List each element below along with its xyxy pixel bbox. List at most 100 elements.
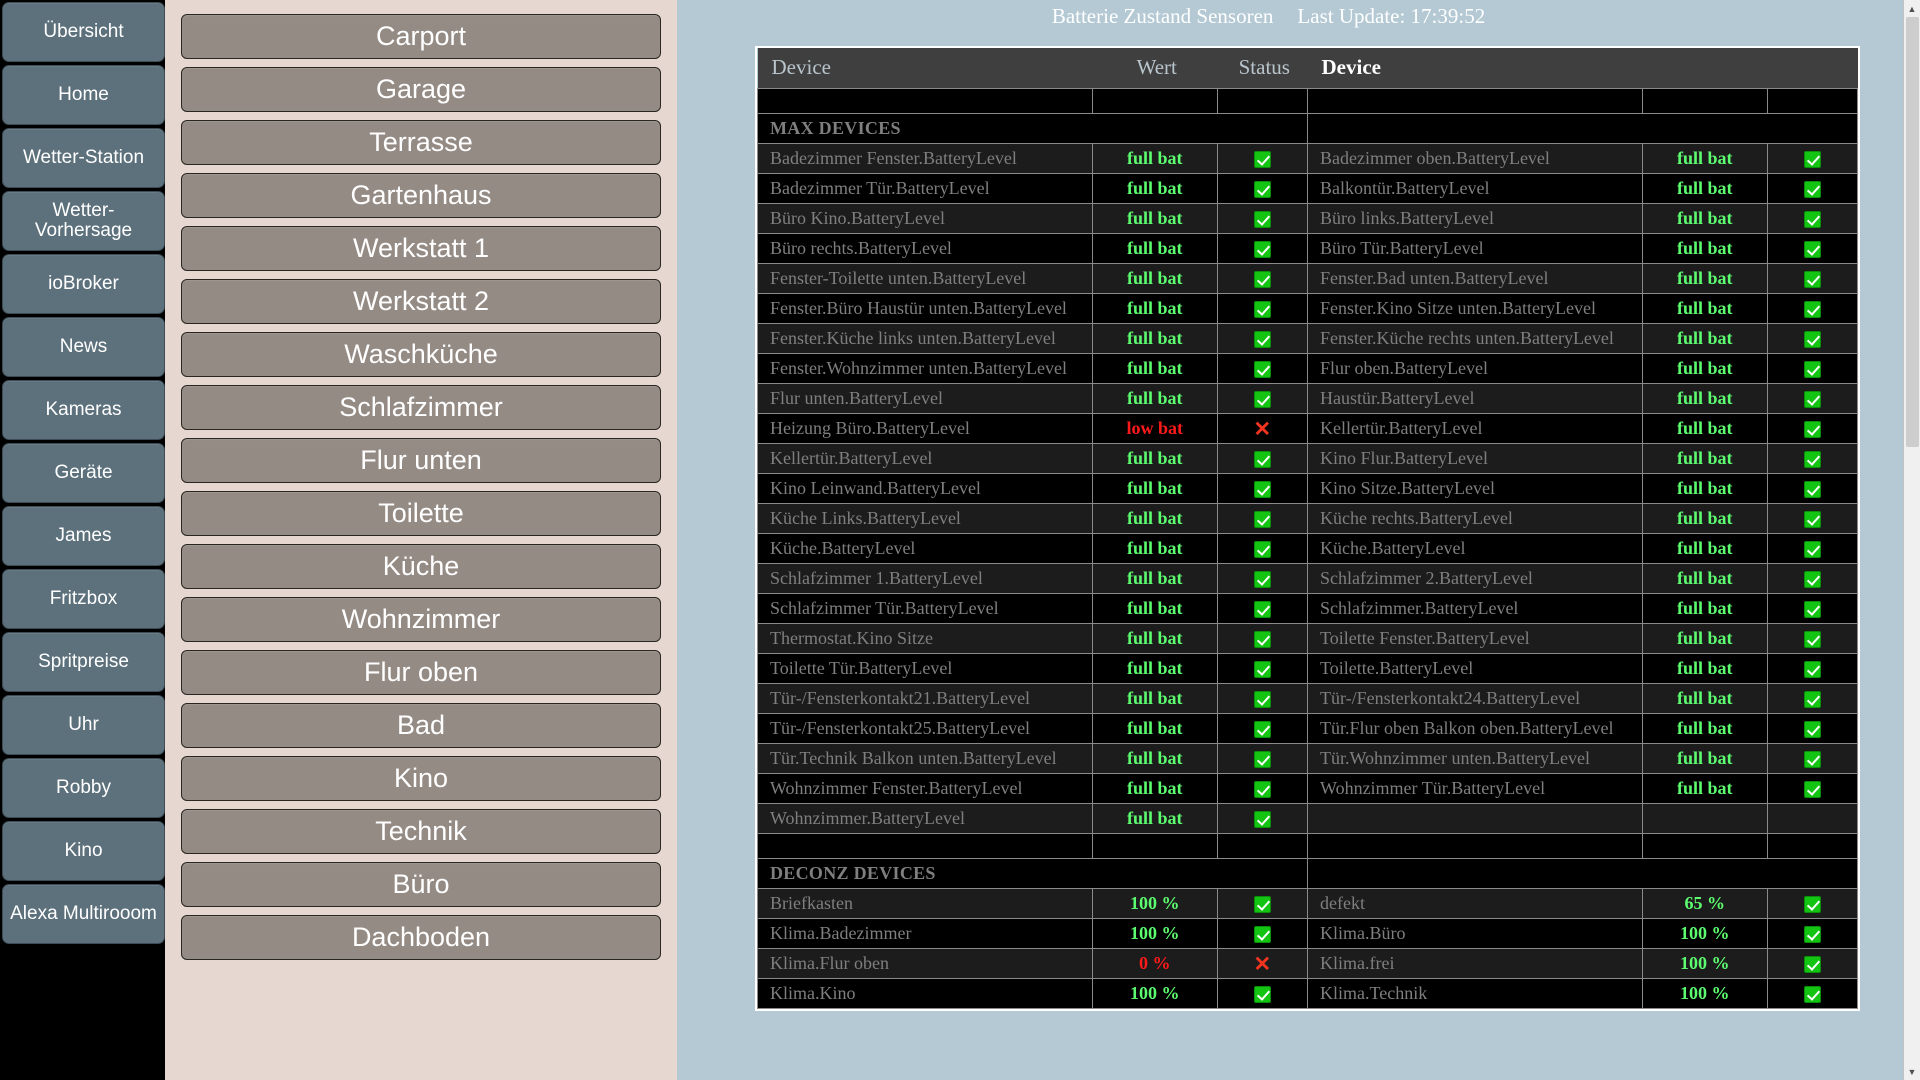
table-row[interactable]: Büro rechts.BatteryLevel full bat Büro Tür… [757, 233, 1859, 264]
device-value-left: full bat [1091, 143, 1218, 174]
scroll-down-arrow-icon[interactable]: ▼ [1904, 1063, 1920, 1080]
room-button-dachboden[interactable]: Dachboden [181, 915, 661, 960]
col-device-right[interactable]: Device [1307, 48, 1643, 89]
device-name-left: Küche.BatteryLevel [757, 533, 1093, 564]
check-icon [1253, 751, 1271, 769]
col-wert-right[interactable] [1642, 48, 1768, 89]
table-row[interactable]: Toilette Tür.BatteryLevel full bat Toilett… [757, 653, 1859, 684]
table-row[interactable]: Fenster.Wohnzimmer unten.BatteryLevel ful… [757, 353, 1859, 384]
device-status-right [1766, 383, 1859, 414]
room-button-schlafzimmer[interactable]: Schlafzimmer [181, 385, 661, 430]
empty-cell [757, 833, 1093, 859]
table-row[interactable]: Thermostat.Kino Sitze full bat Toilette Fe… [757, 623, 1859, 654]
room-button-flur-unten[interactable]: Flur unten [181, 438, 661, 483]
sidebar-item-alexa-multirooom[interactable]: Alexa Multirooom [2, 884, 165, 944]
device-name-right: Klima.frei [1307, 948, 1643, 979]
sidebar-item-uhr[interactable]: Uhr [2, 695, 165, 755]
device-name-left: Wohnzimmer.BatteryLevel [757, 803, 1093, 834]
table-row[interactable]: Klima.Badezimmer 100 % Klima.Büro 100 % [757, 918, 1859, 949]
col-wert-left[interactable]: Wert [1092, 48, 1218, 89]
room-button-waschk-che[interactable]: Waschküche [181, 332, 661, 377]
sidebar-item-iobroker[interactable]: ioBroker [2, 254, 165, 314]
table-row[interactable]: Tür-/Fensterkontakt25.BatteryLevel full b… [757, 713, 1859, 744]
room-button-label: Terrasse [369, 127, 473, 157]
scrollbar-track[interactable] [1904, 17, 1920, 1063]
table-row[interactable]: Tür.Technik Balkon unten.BatteryLevel ful… [757, 743, 1859, 774]
room-button-technik[interactable]: Technik [181, 809, 661, 854]
room-button-toilette[interactable]: Toilette [181, 491, 661, 536]
col-device-left[interactable]: Device [757, 48, 1093, 89]
room-button-carport[interactable]: Carport [181, 14, 661, 59]
device-value-right: full bat [1641, 683, 1768, 714]
table-row[interactable]: Küche.BatteryLevel full bat Küche.BatteryL… [757, 533, 1859, 564]
table-row[interactable]: Klima.Kino 100 % Klima.Technik 100 % [757, 978, 1859, 1009]
check-icon [1253, 151, 1271, 169]
col-status-right[interactable] [1767, 48, 1858, 89]
room-button-werkstatt-1[interactable]: Werkstatt 1 [181, 226, 661, 271]
table-row[interactable]: Fenster.Küche links unten.BatteryLevel fu… [757, 323, 1859, 354]
table-row[interactable]: Schlafzimmer Tür.BatteryLevel full bat Sch… [757, 593, 1859, 624]
device-name-right: Küche rechts.BatteryLevel [1307, 503, 1643, 534]
table-row[interactable]: Wohnzimmer.BatteryLevel full bat [757, 803, 1859, 834]
sidebar-item-james[interactable]: James [2, 506, 165, 566]
sidebar-item-kino[interactable]: Kino [2, 821, 165, 881]
check-icon [1803, 151, 1821, 169]
device-name-left: Küche Links.BatteryLevel [757, 503, 1093, 534]
table-row[interactable]: Büro Kino.BatteryLevel full bat Büro links… [757, 203, 1859, 234]
sidebar-item-news[interactable]: News [2, 317, 165, 377]
table-row[interactable]: Badezimmer Fenster.BatteryLevel full bat B… [757, 143, 1859, 174]
table-row[interactable]: Briefkasten 100 % defekt 65 % [757, 888, 1859, 919]
device-value-right: full bat [1641, 323, 1768, 354]
room-button-gartenhaus[interactable]: Gartenhaus [181, 173, 661, 218]
sidebar-item-fritzbox[interactable]: Fritzbox [2, 569, 165, 629]
device-status-left [1216, 473, 1309, 504]
room-button-garage[interactable]: Garage [181, 67, 661, 112]
sidebar-item-label: Robby [56, 777, 111, 799]
table-row[interactable]: Klima.Flur oben 0 % ✕ Klima.frei 100 % [757, 948, 1859, 979]
sidebar-item-ger-te[interactable]: Geräte [2, 443, 165, 503]
table-row[interactable]: Heizung Büro.BatteryLevel low bat ✕ Kellert… [757, 413, 1859, 444]
sidebar-item-kameras[interactable]: Kameras [2, 380, 165, 440]
check-icon [1253, 481, 1271, 499]
device-name-right: Haustür.BatteryLevel [1307, 383, 1643, 414]
col-status-left[interactable]: Status [1217, 48, 1308, 89]
table-row[interactable]: Wohnzimmer Fenster.BatteryLevel full bat W… [757, 773, 1859, 804]
table-row[interactable]: Kino Leinwand.BatteryLevel full bat Kino S… [757, 473, 1859, 504]
room-button-k-che[interactable]: Küche [181, 544, 661, 589]
room-button-wohnzimmer[interactable]: Wohnzimmer [181, 597, 661, 642]
check-icon [1253, 571, 1271, 589]
room-button-bad[interactable]: Bad [181, 703, 661, 748]
empty-cell [1091, 88, 1218, 114]
sidebar-item-spritpreise[interactable]: Spritpreise [2, 632, 165, 692]
check-icon [1253, 601, 1271, 619]
room-button-b-ro[interactable]: Büro [181, 862, 661, 907]
check-icon [1803, 451, 1821, 469]
room-button-flur-oben[interactable]: Flur oben [181, 650, 661, 695]
sidebar-item-wetter-station[interactable]: Wetter-Station [2, 128, 165, 188]
page-scrollbar[interactable]: ▲ ▼ [1903, 0, 1920, 1080]
device-status-right [1766, 533, 1859, 564]
check-icon [1253, 391, 1271, 409]
table-row[interactable]: Küche Links.BatteryLevel full bat Küche re… [757, 503, 1859, 534]
check-icon [1253, 181, 1271, 199]
sidebar-item-robby[interactable]: Robby [2, 758, 165, 818]
room-button-kino[interactable]: Kino [181, 756, 661, 801]
table-row[interactable]: Kellertür.BatteryLevel full bat Kino Flur.… [757, 443, 1859, 474]
device-name-left: Schlafzimmer Tür.BatteryLevel [757, 593, 1093, 624]
scrollbar-thumb[interactable] [1906, 17, 1919, 447]
sidebar-item-home[interactable]: Home [2, 65, 165, 125]
room-button-werkstatt-2[interactable]: Werkstatt 2 [181, 279, 661, 324]
table-row[interactable]: Fenster-Toilette unten.BatteryLevel full … [757, 263, 1859, 294]
table-row[interactable]: Schlafzimmer 1.BatteryLevel full bat Schla… [757, 563, 1859, 594]
table-row[interactable]: Tür-/Fensterkontakt21.BatteryLevel full b… [757, 683, 1859, 714]
room-button-terrasse[interactable]: Terrasse [181, 120, 661, 165]
device-value-right [1641, 803, 1768, 834]
sidebar-item-bersicht[interactable]: Übersicht [2, 2, 165, 62]
table-row[interactable]: Flur unten.BatteryLevel full bat Haustür.B… [757, 383, 1859, 414]
sidebar-item-label: Kameras [45, 399, 122, 421]
table-row[interactable]: Badezimmer Tür.BatteryLevel full bat Balko… [757, 173, 1859, 204]
table-row[interactable]: Fenster.Büro Haustür unten.BatteryLevel f… [757, 293, 1859, 324]
device-status-left [1216, 203, 1309, 234]
sidebar-item-wetter-vorhersage[interactable]: Wetter-Vorhersage [2, 191, 165, 251]
scroll-up-arrow-icon[interactable]: ▲ [1904, 0, 1920, 17]
